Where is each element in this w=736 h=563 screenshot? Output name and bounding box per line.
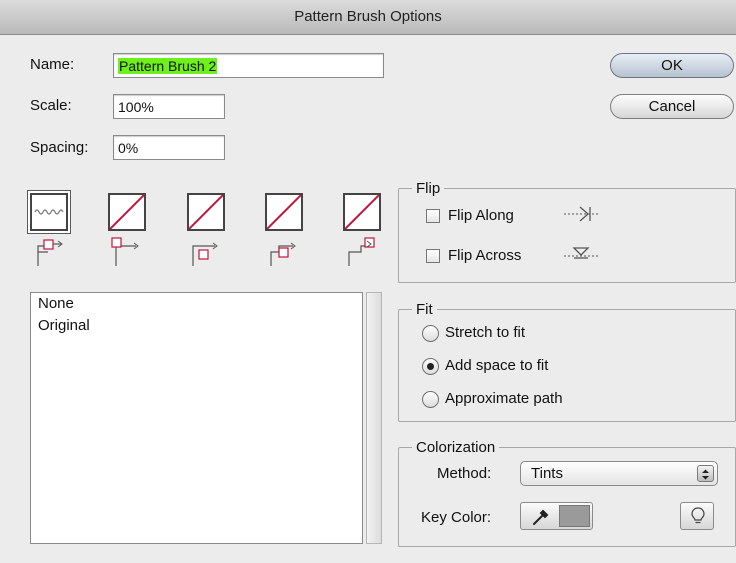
side-tile-button[interactable] <box>28 191 70 233</box>
dialog-title: Pattern Brush Options <box>294 8 442 25</box>
none-slash-icon <box>267 195 301 229</box>
up-down-arrows-icon <box>697 465 714 482</box>
spacing-label: Spacing: <box>30 139 89 156</box>
flip-along-label[interactable]: Flip Along <box>448 207 514 224</box>
method-label: Method: <box>437 465 492 482</box>
key-color-control[interactable] <box>520 502 593 530</box>
name-value: Pattern Brush 2 <box>118 58 218 74</box>
flip-across-checkbox[interactable] <box>426 249 440 263</box>
flip-group-title: Flip <box>412 180 445 197</box>
key-color-swatch[interactable] <box>559 505 590 527</box>
none-slash-icon <box>345 195 379 229</box>
scale-label: Scale: <box>30 97 72 114</box>
none-slash-icon <box>189 195 223 229</box>
flip-along-icon <box>564 206 598 222</box>
ok-button[interactable]: OK <box>610 53 734 78</box>
pattern-list[interactable]: None Original <box>30 292 363 544</box>
approximate-path-label[interactable]: Approximate path <box>445 390 563 407</box>
name-field[interactable]: Pattern Brush 2 <box>113 53 384 78</box>
eyedropper-icon[interactable] <box>530 507 550 527</box>
tips-button[interactable] <box>680 502 714 530</box>
pattern-brush-options-dialog: Pattern Brush Options Name: Pattern Brus… <box>0 0 736 563</box>
stretch-to-fit-label[interactable]: Stretch to fit <box>445 324 525 341</box>
approximate-path-radio[interactable] <box>422 391 439 408</box>
start-tile-button[interactable] <box>265 193 303 231</box>
title-bar[interactable]: Pattern Brush Options <box>0 0 736 35</box>
scale-field[interactable]: 100% <box>113 94 225 119</box>
flip-along-checkbox[interactable] <box>426 209 440 223</box>
inner-corner-tile-button[interactable] <box>187 193 225 231</box>
method-value: Tints <box>531 465 563 482</box>
spacing-field[interactable]: 0% <box>113 135 225 160</box>
flip-across-icon <box>564 247 598 259</box>
cancel-button[interactable]: Cancel <box>610 94 734 119</box>
pattern-list-scrollbar[interactable] <box>366 292 382 544</box>
side-tile-diagram-icon <box>37 239 63 266</box>
stretch-to-fit-radio[interactable] <box>422 325 439 342</box>
colorization-group-title: Colorization <box>412 439 500 456</box>
end-tile-button[interactable] <box>343 193 381 231</box>
none-slash-icon <box>110 195 144 229</box>
method-select[interactable]: Tints <box>520 461 718 486</box>
outer-corner-diagram-icon <box>111 237 139 266</box>
lightbulb-icon <box>691 507 705 524</box>
name-label: Name: <box>30 56 75 73</box>
end-tile-diagram-icon <box>348 237 375 266</box>
list-item[interactable]: Original <box>31 315 362 337</box>
wave-pattern-icon <box>34 209 64 215</box>
flip-across-label[interactable]: Flip Across <box>448 247 521 264</box>
fit-group-title: Fit <box>412 301 437 318</box>
add-space-to-fit-radio[interactable] <box>422 358 439 375</box>
key-color-label: Key Color: <box>421 509 492 526</box>
add-space-to-fit-label[interactable]: Add space to fit <box>445 357 548 374</box>
outer-corner-tile-button[interactable] <box>108 193 146 231</box>
start-tile-diagram-icon <box>270 242 296 266</box>
inner-corner-diagram-icon <box>192 242 218 266</box>
list-item[interactable]: None <box>31 293 362 315</box>
